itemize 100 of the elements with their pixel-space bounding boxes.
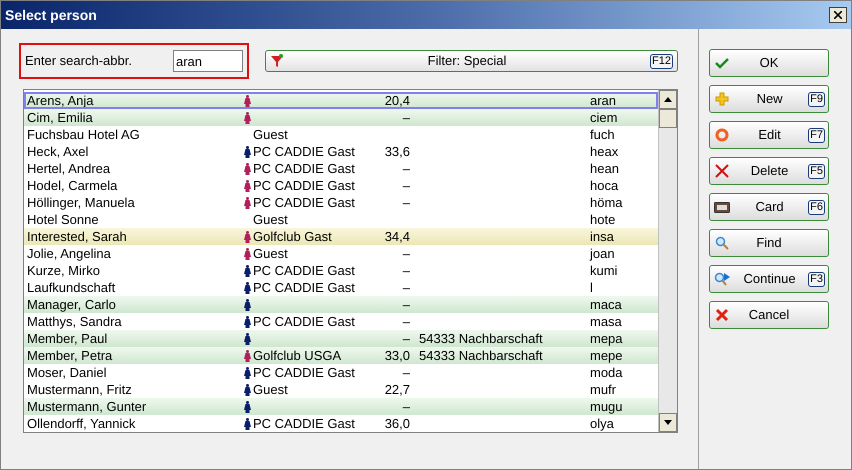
filter-button[interactable]: Filter: Special F12 — [265, 50, 678, 72]
search-next-icon — [714, 272, 730, 286]
abbreviation-cell-text: ciem — [590, 108, 618, 127]
action-button[interactable]: Card F6 — [709, 193, 829, 221]
card-icon — [714, 202, 730, 212]
list-row[interactable]: Arens, Anja 20,4 aran — [24, 92, 658, 109]
abbreviation-cell-text: hote — [590, 210, 616, 229]
group-cell-text: Guest — [253, 244, 289, 263]
search-field[interactable]: aran — [173, 50, 243, 72]
abbreviation-cell-text: aran — [590, 92, 618, 110]
handicap-cell-text: – — [402, 330, 410, 348]
scroll-thumb[interactable] — [659, 109, 677, 128]
shortcut-key: F3 — [808, 272, 825, 286]
up-arrow-icon — [664, 97, 672, 102]
name-cell-text: Jolie, Angelina — [26, 244, 112, 263]
name-cell-text: Hodel, Carmela — [26, 176, 118, 195]
name-cell-text: Hertel, Andrea — [26, 160, 112, 178]
action-button[interactable]: New F9 — [709, 85, 829, 113]
handicap-cell-text: – — [402, 364, 410, 382]
action-button[interactable]: Continue F3 — [709, 265, 829, 293]
handicap-cell-text: – — [402, 244, 410, 263]
handicap-cell-text: – — [402, 278, 410, 297]
scroll-down-button[interactable] — [659, 413, 677, 432]
abbreviation-cell-text: kumi — [590, 262, 618, 280]
handicap-cell-text: – — [402, 194, 410, 212]
handicap-cell-text: – — [402, 398, 410, 416]
name-cell-text: Fuchsbau Hotel AG — [26, 126, 141, 144]
down-arrow-icon — [664, 420, 672, 425]
cancel-icon — [715, 308, 729, 322]
list-row[interactable]: Interested, Sarah Golfclub Gast 34,4 insa — [24, 228, 658, 245]
abbreviation-cell-text: masa — [590, 312, 623, 331]
handicap-cell-text: 20,4 — [384, 92, 410, 110]
scrollbar[interactable] — [658, 90, 677, 432]
handicap-cell-text: – — [402, 262, 410, 280]
shortcut-key: F7 — [808, 128, 825, 142]
name-cell-text: Interested, Sarah — [26, 228, 128, 246]
group-cell-text: Guest — [253, 380, 289, 399]
group-cell-text: PC CADDIE Gast — [253, 364, 356, 382]
group-cell-text: Golfclub USGA — [253, 346, 342, 365]
handicap-cell-text: – — [402, 108, 410, 127]
abbreviation-cell-text: mepa — [590, 330, 624, 348]
window-title: Select person — [5, 6, 97, 25]
cross-icon — [715, 164, 729, 178]
search-icon — [715, 236, 729, 250]
list-row[interactable]: Cim, Emilia – ciem — [24, 109, 658, 126]
handicap-cell-text: 22,7 — [384, 380, 410, 399]
group-cell-text: PC CADDIE Gast — [253, 414, 356, 432]
search-label: Enter search-abbr. — [25, 52, 133, 70]
scroll-up-button[interactable] — [659, 90, 677, 109]
name-cell-text: Moser, Daniel — [26, 364, 108, 382]
list-row[interactable]: Member, Petra Golfclub USGA 33,0 54333 Nachbarschaft mepe — [24, 347, 658, 364]
address-cell-text: 54333 Nachbarschaft — [418, 346, 544, 365]
handicap-cell-text: – — [402, 296, 410, 314]
name-cell-text: Heck, Axel — [26, 142, 90, 161]
abbreviation-cell-text: fuch — [590, 126, 616, 144]
name-cell-text: Member, Petra — [26, 346, 114, 365]
group-cell-text: Golfclub Gast — [253, 228, 333, 246]
list-row[interactable]: Manager, Carlo – maca — [24, 296, 658, 313]
name-cell-text: Manager, Carlo — [26, 296, 117, 314]
abbreviation-cell-text: mufr — [590, 380, 617, 399]
action-button[interactable]: Edit F7 — [709, 121, 829, 149]
group-cell-text: PC CADDIE Gast — [253, 262, 356, 280]
abbreviation-cell-text: mepe — [590, 346, 624, 365]
name-cell-text: Member, Paul — [26, 330, 108, 348]
action-button[interactable]: Cancel — [709, 301, 829, 329]
group-cell-text: Guest — [253, 126, 289, 144]
abbreviation-cell-text: maca — [590, 296, 623, 314]
list-row[interactable]: Member, Paul – 54333 Nachbarschaft mepa — [24, 330, 658, 347]
group-cell-text: PC CADDIE Gast — [253, 312, 356, 331]
abbreviation-cell-text: heax — [590, 142, 620, 161]
name-cell-text: Ollendorff, Yannick — [26, 414, 136, 432]
shortcut-key: F6 — [808, 200, 825, 214]
handicap-cell-text: 34,4 — [384, 228, 410, 246]
funnel-icon — [270, 54, 284, 68]
action-button[interactable]: OK — [709, 49, 829, 77]
name-cell-text: Matthys, Sandra — [26, 312, 123, 331]
name-cell-text: Mustermann, Fritz — [26, 380, 133, 399]
close-icon — [834, 11, 842, 19]
name-cell-text: Laufkundschaft — [26, 278, 116, 297]
list-row[interactable]: Mustermann, Gunter – mugu — [24, 398, 658, 415]
name-cell-text: Kurze, Mirko — [26, 262, 101, 280]
group-cell-text: PC CADDIE Gast — [253, 142, 356, 161]
abbreviation-cell-text: hoca — [590, 176, 620, 195]
name-cell-text: Mustermann, Gunter — [26, 398, 148, 416]
name-cell-text: Höllinger, Manuela — [26, 194, 136, 212]
shortcut-key: F9 — [808, 92, 825, 106]
abbreviation-cell-text: insa — [590, 228, 615, 246]
action-button[interactable]: Delete F5 — [709, 157, 829, 185]
abbreviation-cell-text: l — [590, 278, 594, 297]
group-cell-text: PC CADDIE Gast — [253, 176, 356, 195]
shortcut-key: F5 — [808, 164, 825, 178]
handicap-cell-text: – — [402, 176, 410, 195]
handicap-cell-text: – — [402, 312, 410, 331]
group-cell-text: PC CADDIE Gast — [253, 278, 356, 297]
close-button[interactable] — [829, 7, 847, 23]
action-button[interactable]: Find — [709, 229, 829, 257]
handicap-cell-text: 36,0 — [384, 414, 410, 432]
group-cell-text: PC CADDIE Gast — [253, 160, 356, 178]
group-cell-text: PC CADDIE Gast — [253, 194, 356, 212]
handicap-cell-text: 33,0 — [384, 346, 410, 365]
